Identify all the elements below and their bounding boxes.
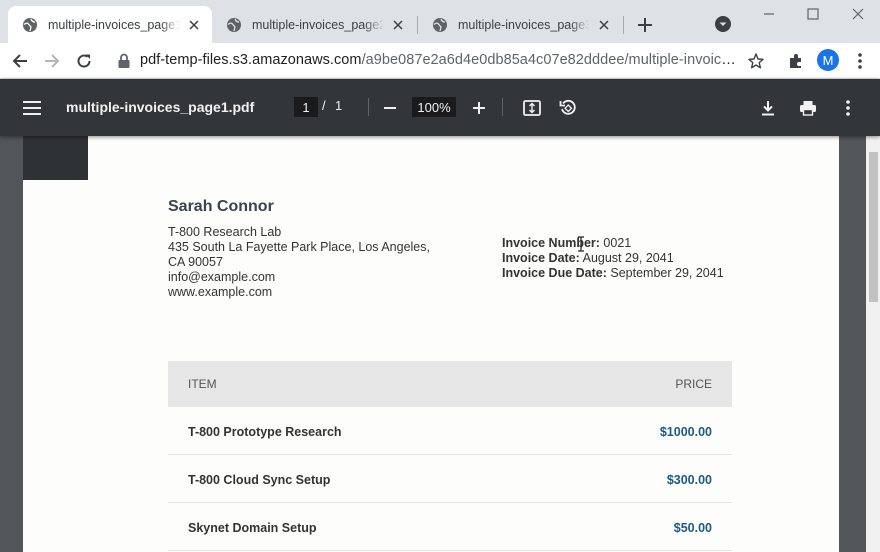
pdf-page: Sarah Connor T-800 Research Lab 435 Sout… <box>23 136 839 552</box>
browser-menu-button[interactable] <box>849 50 871 72</box>
address-line-1: 435 South La Fayette Park Place, Los Ang… <box>168 240 430 254</box>
tab-title: multiple-invoices_page3.pdf <box>458 17 590 32</box>
invoice-name: Sarah Connor <box>168 198 274 215</box>
close-icon[interactable] <box>596 17 612 33</box>
lock-icon[interactable] <box>117 53 131 69</box>
invoice-number: Invoice Number: 0021 <box>502 236 724 251</box>
back-button[interactable] <box>9 50 31 72</box>
zoom-input[interactable]: 100% <box>412 97 456 117</box>
fit-page-icon <box>523 100 541 116</box>
zoom-in-icon <box>473 102 485 114</box>
viewer-menu-button[interactable] <box>836 96 860 120</box>
item-price: $1000.00 <box>659 425 712 439</box>
email: info@example.com <box>168 270 276 284</box>
profile-avatar[interactable]: M <box>817 49 839 71</box>
tab-separator <box>623 16 624 34</box>
page-number-input[interactable]: 1 <box>294 97 318 117</box>
pdf-title: multiple-invoices_page1.pdf <box>66 99 255 115</box>
sidebar-menu-button[interactable] <box>20 96 44 120</box>
maximize-icon <box>807 8 819 20</box>
more-vert-icon <box>858 53 862 69</box>
invoice-date: Invoice Date: August 29, 2041 <box>502 251 724 266</box>
invoice-meta: Invoice Number: 0021 Invoice Date: Augus… <box>502 236 724 281</box>
maximize-button[interactable] <box>800 4 826 24</box>
download-icon <box>762 101 774 116</box>
globe-icon <box>23 17 37 32</box>
item-price: $50.00 <box>673 521 712 535</box>
url-host: pdf-temp-files.s3.amazonaws.com <box>140 52 362 68</box>
tab-title: multiple-invoices_page2.pdf <box>252 17 384 32</box>
browser-toolbar: pdf-temp-files.s3.amazonaws.com/a9be087e… <box>0 43 880 79</box>
invoice-due-value: September 29, 2041 <box>610 266 724 280</box>
item-description: T-800 Cloud Sync Setup <box>188 473 331 487</box>
pdf-toolbar: multiple-invoices_page1.pdf 1 / 1 100% <box>0 79 880 136</box>
extensions-button[interactable] <box>785 50 807 72</box>
invoice-number-label: Invoice Number: <box>502 236 600 250</box>
globe-icon <box>433 17 447 32</box>
table-row: T-800 Prototype Research $1000.00 <box>168 407 732 455</box>
page-corner-block <box>23 136 88 180</box>
address-line-2: CA 90057 <box>168 255 223 269</box>
column-header-price: PRICE <box>675 377 712 391</box>
menu-icon <box>23 101 41 115</box>
close-icon[interactable] <box>390 17 406 33</box>
more-vert-icon <box>846 100 850 116</box>
item-description: Skynet Domain Setup <box>188 521 317 535</box>
text-cursor-icon <box>578 236 584 252</box>
tab-page2[interactable]: multiple-invoices_page2.pdf <box>212 6 416 43</box>
table-row: Skynet Domain Setup $50.00 <box>168 503 732 551</box>
print-button[interactable] <box>796 96 820 120</box>
reload-icon <box>77 54 91 68</box>
tab-page1[interactable]: multiple-invoices_page1.pdf <box>8 6 212 43</box>
print-icon <box>800 101 816 116</box>
scrollbar-thumb[interactable] <box>869 152 878 302</box>
plus-icon <box>638 18 652 32</box>
zoom-out-button[interactable] <box>378 96 402 120</box>
download-button[interactable] <box>756 96 780 120</box>
url-path: /a9be087e2a6d4e0db85a4c07e82dddee/multip… <box>361 52 736 68</box>
table-row: T-800 Cloud Sync Setup $300.00 <box>168 455 732 503</box>
forward-button[interactable] <box>41 50 63 72</box>
page-separator: / <box>322 98 326 113</box>
star-icon <box>748 53 764 69</box>
minimize-icon <box>764 13 774 15</box>
window-close-button[interactable] <box>845 4 871 24</box>
item-description: T-800 Prototype Research <box>188 425 342 439</box>
tab-search-icon[interactable] <box>714 15 732 33</box>
window-close-icon <box>852 8 864 20</box>
items-table-header: ITEM PRICE <box>168 361 732 407</box>
tab-page3[interactable]: multiple-invoices_page3.pdf <box>418 6 622 43</box>
fit-page-button[interactable] <box>520 96 544 120</box>
new-tab-button[interactable] <box>634 14 656 36</box>
item-price: $300.00 <box>666 473 712 487</box>
extensions-icon <box>790 54 801 68</box>
website: www.example.com <box>168 285 273 299</box>
back-icon <box>12 54 27 68</box>
zoom-in-button[interactable] <box>467 96 491 120</box>
sender-address: T-800 Research Lab 435 South La Fayette … <box>168 225 430 300</box>
column-header-item: ITEM <box>188 377 217 391</box>
zoom-out-icon <box>384 107 396 109</box>
rotate-icon <box>559 99 576 115</box>
invoice-date-label: Invoice Date: <box>502 251 580 265</box>
globe-icon <box>227 17 241 32</box>
page-total: 1 <box>335 98 343 113</box>
url-input[interactable]: pdf-temp-files.s3.amazonaws.com/a9be087e… <box>140 52 736 68</box>
toolbar-divider <box>502 98 503 116</box>
reload-button[interactable] <box>73 50 95 72</box>
bookmark-button[interactable] <box>745 50 767 72</box>
invoice-number-value: 0021 <box>603 236 632 250</box>
company-name: T-800 Research Lab <box>168 225 282 239</box>
close-icon[interactable] <box>186 17 202 33</box>
toolbar-divider <box>368 98 369 116</box>
invoice-date-value: August 29, 2041 <box>582 251 674 265</box>
invoice-due-label: Invoice Due Date: <box>502 266 607 280</box>
tab-strip: multiple-invoices_page1.pdf multiple-inv… <box>0 0 880 43</box>
rotate-button[interactable] <box>556 96 580 120</box>
forward-icon <box>45 54 60 68</box>
minimize-button[interactable] <box>756 4 782 24</box>
tab-title: multiple-invoices_page1.pdf <box>48 17 180 32</box>
invoice-due-date: Invoice Due Date: September 29, 2041 <box>502 266 724 281</box>
